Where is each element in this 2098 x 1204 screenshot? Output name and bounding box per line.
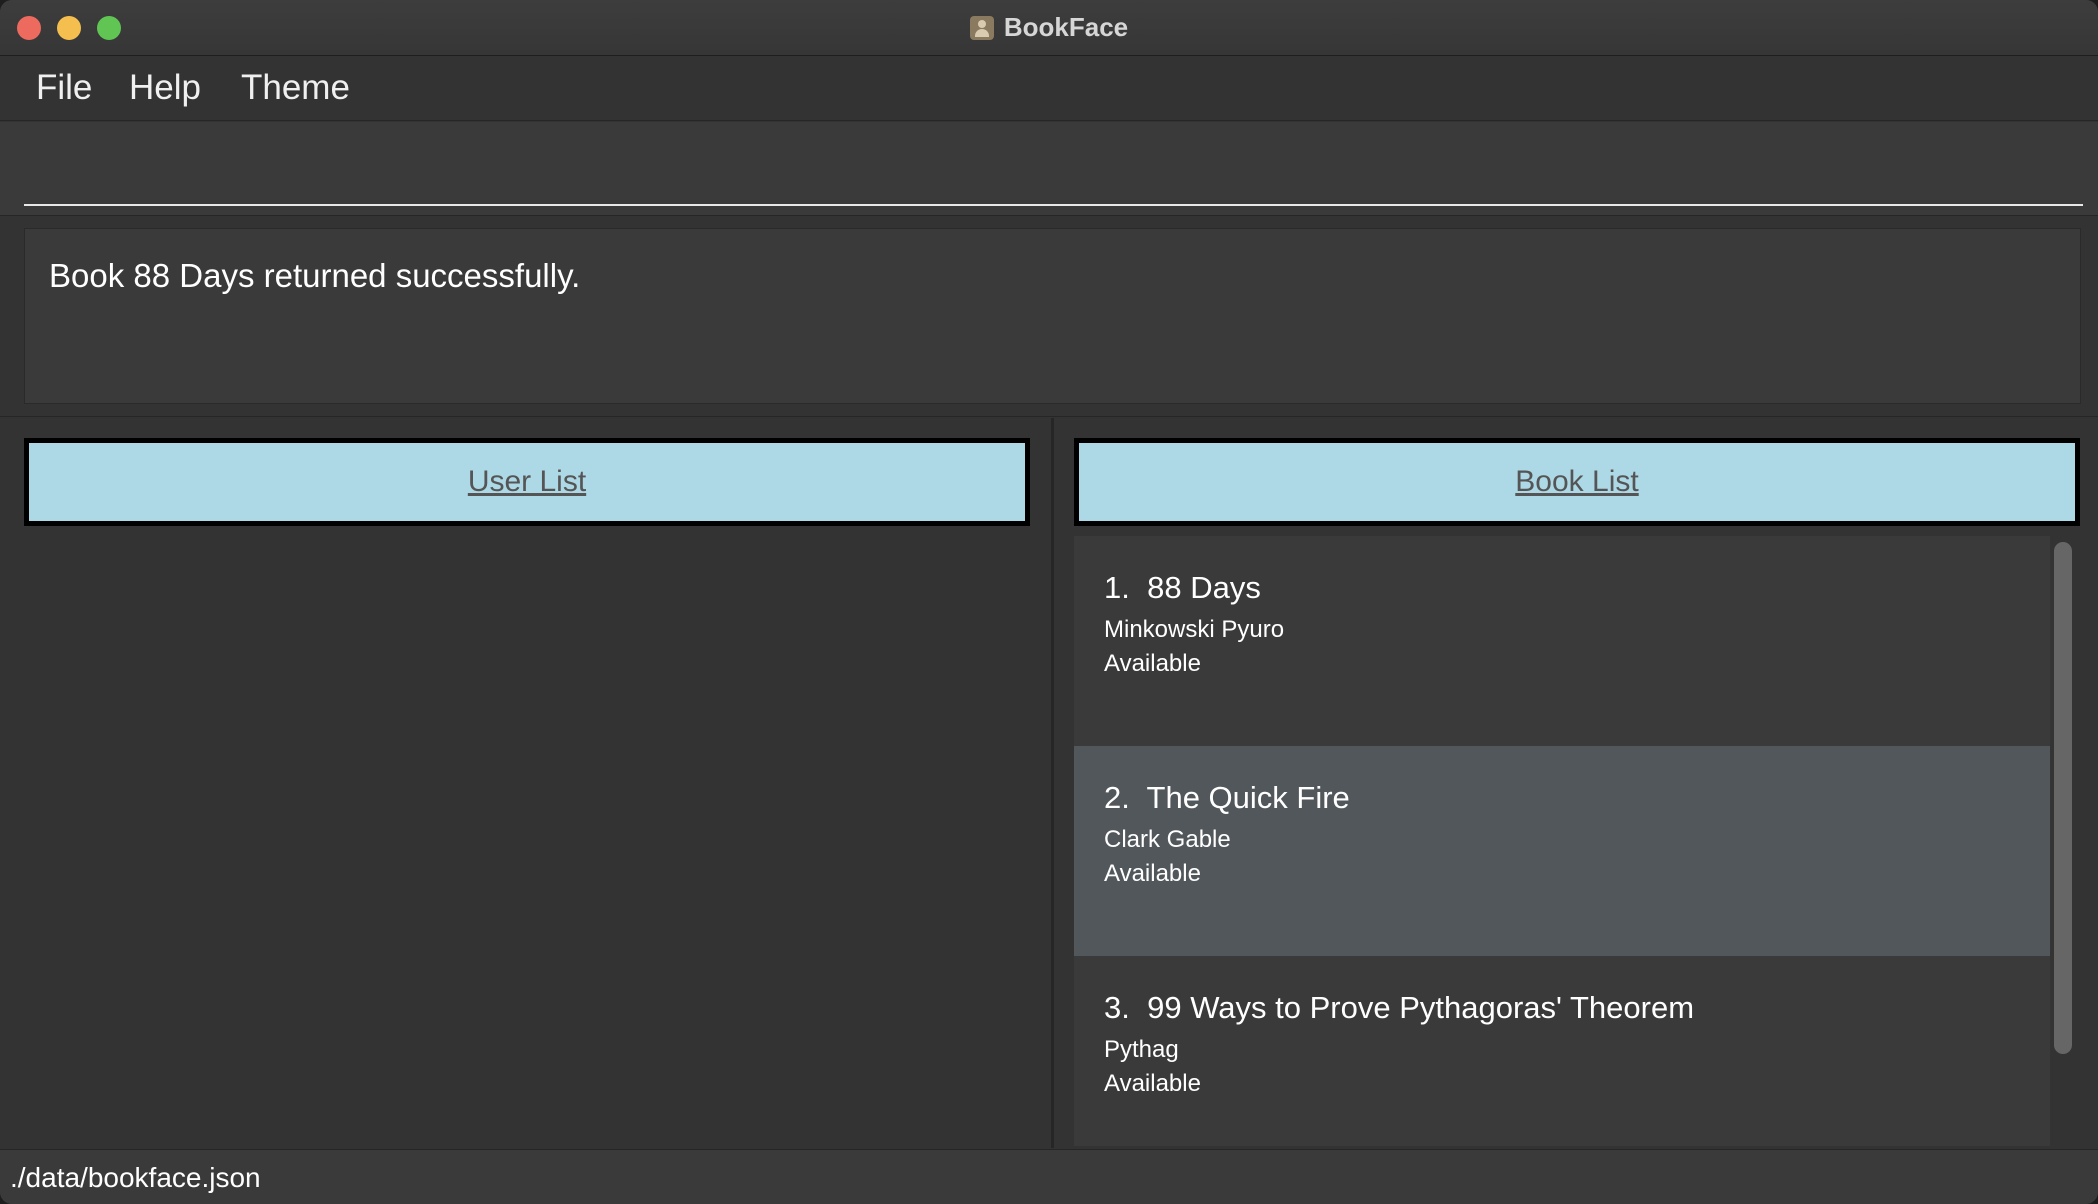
book-author: Minkowski Pyuro [1104, 616, 1285, 643]
title-bar[interactable]: BookFace [0, 0, 2098, 56]
book-index: 2. [1104, 780, 1130, 815]
user-list-header-label: User List [467, 465, 587, 498]
book-list-panel: Book List 1. 88 Days Minkowski Pyuro Ava… [1054, 418, 2098, 1148]
book-title: 3. 99 Ways to Prove Pythagoras' Theorem [1104, 990, 1694, 1026]
app-person-icon [969, 15, 994, 40]
command-box [0, 122, 2098, 216]
book-card[interactable]: 1. 88 Days Minkowski Pyuro Available [1074, 536, 2050, 746]
command-input[interactable] [24, 142, 2083, 206]
book-index: 3. [1104, 990, 1130, 1025]
window-title: BookFace [1003, 12, 1129, 42]
book-card-selected[interactable]: 2. The Quick Fire Clark Gable Available [1074, 746, 2050, 956]
window-title-group: BookFace [0, 0, 2098, 55]
book-title-text: 99 Ways to Prove Pythagoras' Theorem [1147, 990, 1695, 1025]
scrollbar-thumb[interactable] [2054, 542, 2072, 1054]
book-list-scrollbar[interactable] [2054, 542, 2072, 1142]
result-display[interactable]: Book 88 Days returned successfully. [24, 228, 2081, 404]
data-file-path: ./data/bookface.json [10, 1162, 261, 1193]
book-list[interactable]: 1. 88 Days Minkowski Pyuro Available 2. … [1074, 536, 2050, 1146]
book-title: 2. The Quick Fire [1104, 780, 1350, 816]
book-list-header-label: Book List [1515, 465, 1639, 498]
user-list-header[interactable]: User List [24, 438, 1030, 526]
status-bar: ./data/bookface.json [0, 1149, 2098, 1204]
app-window: BookFace File Help Theme Book 88 Days re… [0, 0, 2098, 1204]
book-status: Available [1104, 650, 1201, 677]
result-message: Book 88 Days returned successfully. [49, 257, 581, 294]
book-author: Pythag [1104, 1036, 1179, 1063]
book-index: 1. [1104, 570, 1130, 605]
book-list-header[interactable]: Book List [1074, 438, 2080, 526]
menu-help[interactable]: Help [129, 68, 201, 108]
menu-bar: File Help Theme [0, 56, 2098, 121]
user-list-panel: User List [0, 418, 1050, 1148]
menu-file[interactable]: File [36, 68, 92, 108]
book-card[interactable]: 3. 99 Ways to Prove Pythagoras' Theorem … [1074, 956, 2050, 1146]
book-status: Available [1104, 860, 1201, 887]
book-title: 1. 88 Days [1104, 570, 1261, 606]
book-title-text: The Quick Fire [1146, 780, 1350, 815]
book-title-text: 88 Days [1147, 570, 1261, 605]
book-status: Available [1104, 1070, 1201, 1097]
book-author: Clark Gable [1104, 826, 1231, 853]
result-display-area: Book 88 Days returned successfully. [0, 216, 2098, 417]
menu-theme[interactable]: Theme [241, 68, 350, 108]
